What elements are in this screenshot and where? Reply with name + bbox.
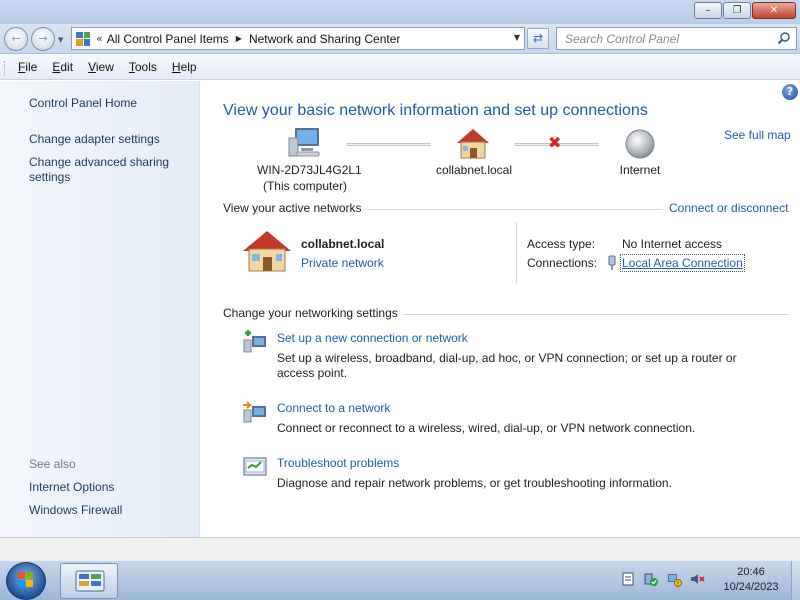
- address-bar[interactable]: « All Control Panel Items ▶ Network and …: [71, 27, 525, 50]
- internet-label: Internet: [619, 163, 661, 177]
- ethernet-icon: [608, 255, 616, 270]
- help-icon[interactable]: ?: [782, 84, 798, 100]
- forward-button[interactable]: →: [31, 27, 55, 51]
- active-network-name: collabnet.local: [301, 237, 385, 251]
- title-bar: – ❐ ✕: [0, 0, 800, 24]
- change-settings-heading: Change your networking settings: [223, 306, 398, 320]
- taskbar-control-panel-button[interactable]: [60, 563, 118, 599]
- see-also-heading: See also: [29, 457, 76, 471]
- system-tray: !: [620, 571, 705, 587]
- clock-time: 20:46: [737, 566, 765, 578]
- minimize-button[interactable]: –: [694, 2, 722, 19]
- map-network-name: collabnet.local: [435, 163, 513, 177]
- troubleshoot-icon: [243, 457, 267, 476]
- section-divider: [367, 209, 663, 210]
- troubleshoot-problems-description: Diagnose and repair network problems, or…: [277, 476, 672, 490]
- network-type-link[interactable]: Private network: [301, 256, 384, 270]
- internet-globe-icon[interactable]: [624, 128, 656, 160]
- access-type-label: Access type:: [527, 237, 596, 251]
- volume-muted-icon[interactable]: [689, 571, 705, 587]
- menu-grip: [4, 61, 7, 75]
- windows-logo-icon: [18, 572, 33, 587]
- breadcrumb-separator-icon[interactable]: ▶: [236, 34, 242, 43]
- breadcrumb-network-and-sharing-center[interactable]: Network and Sharing Center: [249, 32, 400, 46]
- forward-arrow-icon: →: [38, 32, 48, 45]
- control-panel-icon: [76, 31, 90, 46]
- computer-name-label: WIN-2D73JL4G2L1: [257, 163, 362, 177]
- section-divider: [403, 314, 789, 315]
- connect-or-disconnect-link[interactable]: Connect or disconnect: [669, 201, 788, 215]
- connections-label: Connections:: [527, 256, 598, 270]
- vertical-divider: [516, 222, 517, 284]
- recent-pages-dropdown-icon[interactable]: ▼: [58, 36, 63, 44]
- menu-bar: File Edit View Tools Help: [0, 55, 800, 80]
- computer-to-network-connector: [346, 143, 431, 146]
- active-networks-heading: View your active networks: [223, 201, 362, 215]
- address-dropdown-icon[interactable]: ▼: [514, 33, 520, 42]
- windows-firewall-link[interactable]: Windows Firewall: [29, 503, 194, 518]
- taskbar-clock[interactable]: 20:46 10/24/2023: [713, 565, 789, 595]
- network-status-icon[interactable]: !: [666, 571, 682, 587]
- internet-options-link[interactable]: Internet Options: [29, 480, 194, 495]
- page-title: View your basic network information and …: [223, 102, 648, 119]
- control-panel-home-link[interactable]: Control Panel Home: [29, 96, 194, 111]
- computer-icon[interactable]: [287, 126, 323, 160]
- this-computer-label: (This computer): [262, 179, 348, 193]
- control-panel-taskbar-icon: [75, 570, 105, 592]
- search-input[interactable]: [557, 28, 767, 49]
- hidden-crumbs-chevron[interactable]: «: [96, 32, 103, 45]
- main-content: ? View your basic network information an…: [201, 81, 800, 537]
- see-full-map-link[interactable]: See full map: [724, 128, 791, 142]
- local-area-connection-link[interactable]: Local Area Connection: [620, 254, 745, 272]
- active-network-house-icon[interactable]: [241, 229, 293, 275]
- menu-tools[interactable]: Tools: [129, 60, 157, 74]
- menu-view[interactable]: View: [88, 60, 114, 74]
- connect-to-network-description: Connect or reconnect to a wireless, wire…: [277, 421, 696, 435]
- connect-to-network-icon: [243, 401, 266, 423]
- setup-new-connection-link[interactable]: Set up a new connection or network: [277, 331, 468, 345]
- action-center-icon[interactable]: [620, 571, 636, 587]
- access-type-value: No Internet access: [622, 237, 723, 251]
- search-box[interactable]: [556, 27, 797, 50]
- maximize-button[interactable]: ❐: [723, 2, 751, 19]
- search-icon[interactable]: [777, 31, 791, 45]
- troubleshoot-problems-link[interactable]: Troubleshoot problems: [277, 456, 399, 470]
- change-adapter-settings-link[interactable]: Change adapter settings: [29, 132, 194, 147]
- start-button[interactable]: [6, 562, 46, 600]
- window-controls: – ❐ ✕: [694, 2, 796, 19]
- navigation-bar: ← → ▼ « All Control Panel Items ▶ Networ…: [0, 24, 800, 54]
- refresh-button[interactable]: ⇄: [527, 28, 549, 49]
- clock-date: 10/24/2023: [723, 581, 779, 593]
- taskbar: ! 20:46 10/24/2023: [0, 560, 800, 600]
- back-arrow-icon: ←: [11, 32, 21, 45]
- new-connection-icon: [243, 330, 266, 353]
- status-bar: [0, 537, 800, 560]
- menu-help[interactable]: Help: [172, 60, 197, 74]
- menu-edit[interactable]: Edit: [52, 60, 73, 74]
- back-button[interactable]: ←: [4, 27, 28, 51]
- setup-new-connection-description: Set up a wireless, broadband, dial-up, a…: [277, 351, 737, 380]
- security-check-icon[interactable]: [643, 571, 659, 587]
- change-advanced-sharing-settings-link[interactable]: Change advanced sharing settings: [29, 155, 194, 185]
- network-house-icon[interactable]: [455, 127, 491, 161]
- close-button[interactable]: ✕: [752, 2, 796, 19]
- connect-to-network-link[interactable]: Connect to a network: [277, 401, 390, 415]
- svg-text:!: !: [677, 581, 679, 588]
- menu-file[interactable]: File: [18, 60, 37, 74]
- no-internet-x-icon[interactable]: ✖: [548, 133, 561, 152]
- breadcrumb-all-control-panel-items[interactable]: All Control Panel Items: [107, 32, 229, 46]
- left-task-pane: Control Panel Home Change adapter settin…: [0, 81, 200, 537]
- show-desktop-button[interactable]: [791, 561, 800, 600]
